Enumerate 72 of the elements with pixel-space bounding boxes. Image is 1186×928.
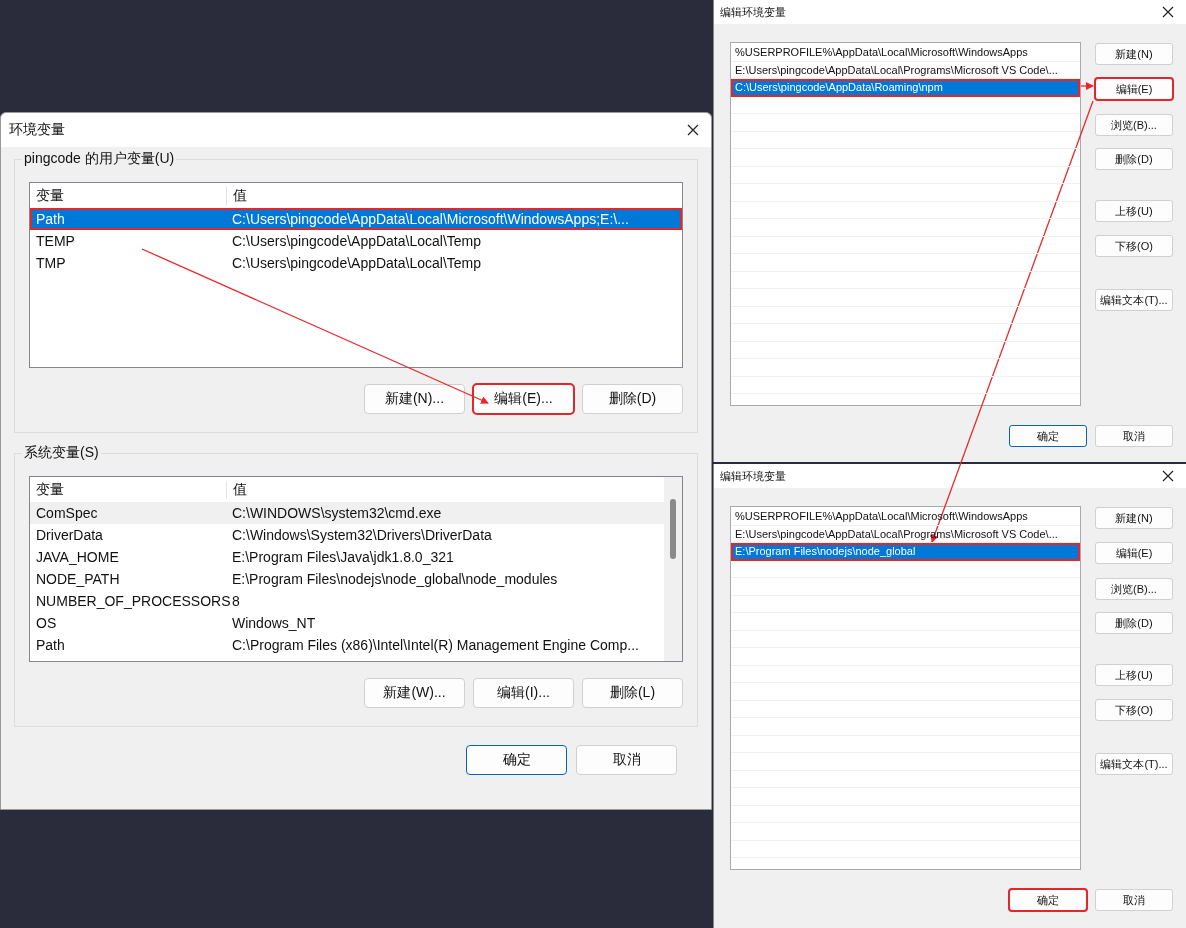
- variable-name: Path: [35, 637, 66, 653]
- variable-value: C:\Users\pingcode\AppData\Local\Microsoft\WindowsApps;E:\...: [231, 211, 629, 227]
- variable-row[interactable]: NUMBER_OF_PROCESSORS8: [30, 590, 664, 612]
- variable-name: ComSpec: [35, 505, 99, 521]
- variable-value: C:\WINDOWS\system32\cmd.exe: [231, 505, 442, 521]
- variable-name: NODE_PATH: [35, 571, 121, 587]
- variable-value: C:\Program Files (x86)\Intel\Intel(R) Management Engine Comp...: [231, 637, 639, 653]
- variable-name: OS: [35, 615, 58, 631]
- dialog-button[interactable]: 确定: [466, 745, 567, 775]
- dialog-button[interactable]: 上移(U): [1095, 664, 1173, 686]
- dialog-button[interactable]: 编辑(E): [1095, 78, 1173, 100]
- dialog-button[interactable]: 取消: [1095, 425, 1173, 447]
- dialog-button[interactable]: 删除(D): [582, 384, 683, 414]
- variable-value: E:\Program Files\nodejs\node_global\node_modules: [231, 571, 558, 587]
- dialog-button[interactable]: 取消: [576, 745, 677, 775]
- dialog-button[interactable]: 新建(W)...: [364, 678, 465, 708]
- dialog-button[interactable]: 浏览(B)...: [1095, 114, 1173, 136]
- variable-name: Path: [35, 211, 66, 227]
- window-title: 编辑环境变量: [720, 4, 786, 20]
- path-entry[interactable]: C:\Users\pingcode\AppData\Roaming\npm: [731, 79, 1080, 97]
- dialog-button[interactable]: 新建(N): [1095, 43, 1173, 65]
- variable-value: C:\Windows\System32\Drivers\DriverData: [231, 527, 492, 543]
- annotation-arrow: [1080, 82, 1094, 90]
- variable-value: 8: [231, 593, 240, 609]
- variable-row[interactable]: JAVA_HOME E:\Program Files\Java\jdk1.8.0_321: [30, 546, 664, 568]
- variable-row[interactable]: TEMP C:\Users\pingcode\AppData\Local\Temp: [30, 230, 682, 252]
- variable-value: C:\Users\pingcode\AppData\Local\Temp: [231, 255, 482, 271]
- dialog-button[interactable]: 删除(D): [1095, 612, 1173, 634]
- group-label: 系统变量(S): [22, 444, 101, 462]
- dialog-button[interactable]: 下移(O): [1095, 235, 1173, 257]
- dialog-button[interactable]: 确定: [1009, 425, 1087, 447]
- path-entry[interactable]: E:\Program Files\nodejs\node_global: [731, 543, 1080, 561]
- variable-row[interactable]: DriverData C:\Windows\System32\Drivers\DriverData: [30, 524, 664, 546]
- variable-row[interactable]: OS Windows_NT: [30, 612, 664, 634]
- dialog-button[interactable]: 新建(N)...: [364, 384, 465, 414]
- dialog-button[interactable]: 删除(D): [1095, 148, 1173, 170]
- group-label: pingcode 的用户变量(U): [22, 150, 177, 168]
- variable-row[interactable]: Path C:\Program Files (x86)\Intel\Intel(R) Management Engine Comp...: [30, 634, 664, 656]
- variable-row[interactable]: NODE_PATH E:\Program Files\nodejs\node_global\node_modules: [30, 568, 664, 590]
- close-icon[interactable]: [1162, 6, 1174, 18]
- column-header[interactable]: 变量: [30, 186, 227, 205]
- dialog-button[interactable]: 编辑(E)...: [473, 384, 574, 414]
- dialog-button[interactable]: 下移(O): [1095, 699, 1173, 721]
- variable-row[interactable]: ComSpec C:\WINDOWS\system32\cmd.exe: [30, 502, 664, 524]
- dialog-button[interactable]: 编辑文本(T)...: [1095, 289, 1173, 311]
- variable-value: C:\Users\pingcode\AppData\Local\Temp: [231, 233, 482, 249]
- variable-name: TMP: [35, 255, 67, 271]
- close-icon[interactable]: [687, 124, 699, 136]
- path-entry[interactable]: %USERPROFILE%\AppData\Local\Microsoft\WindowsApps: [731, 44, 1080, 62]
- dialog-button[interactable]: 新建(N): [1095, 507, 1173, 529]
- variable-row[interactable]: Path C:\Users\pingcode\AppData\Local\Microsoft\WindowsApps;E:\...: [30, 208, 682, 230]
- dialog-button[interactable]: 浏览(B)...: [1095, 578, 1173, 600]
- column-header[interactable]: 变量: [30, 480, 227, 499]
- window-title: 环境变量: [9, 121, 65, 139]
- variable-name: TEMP: [35, 233, 76, 249]
- dialog-button[interactable]: 编辑文本(T)...: [1095, 753, 1173, 775]
- window-title: 编辑环境变量: [720, 468, 786, 484]
- variable-value: E:\Program Files\Java\jdk1.8.0_321: [231, 549, 454, 565]
- dialog-button[interactable]: 删除(L): [582, 678, 683, 708]
- close-icon[interactable]: [1162, 470, 1174, 482]
- dialog-button[interactable]: 确定: [1009, 889, 1087, 911]
- dialog-button[interactable]: 编辑(I)...: [473, 678, 574, 708]
- variable-row[interactable]: TMP C:\Users\pingcode\AppData\Local\Temp: [30, 252, 682, 274]
- dialog-button[interactable]: 取消: [1095, 889, 1173, 911]
- variable-value: Windows_NT: [231, 615, 316, 631]
- variable-name: DriverData: [35, 527, 104, 543]
- column-header[interactable]: 值: [227, 186, 247, 205]
- variable-name: JAVA_HOME: [35, 549, 120, 565]
- column-header[interactable]: 值: [227, 480, 247, 499]
- scrollbar[interactable]: [664, 477, 682, 661]
- dialog-button[interactable]: 上移(U): [1095, 200, 1173, 222]
- dialog-button[interactable]: 编辑(E): [1095, 542, 1173, 564]
